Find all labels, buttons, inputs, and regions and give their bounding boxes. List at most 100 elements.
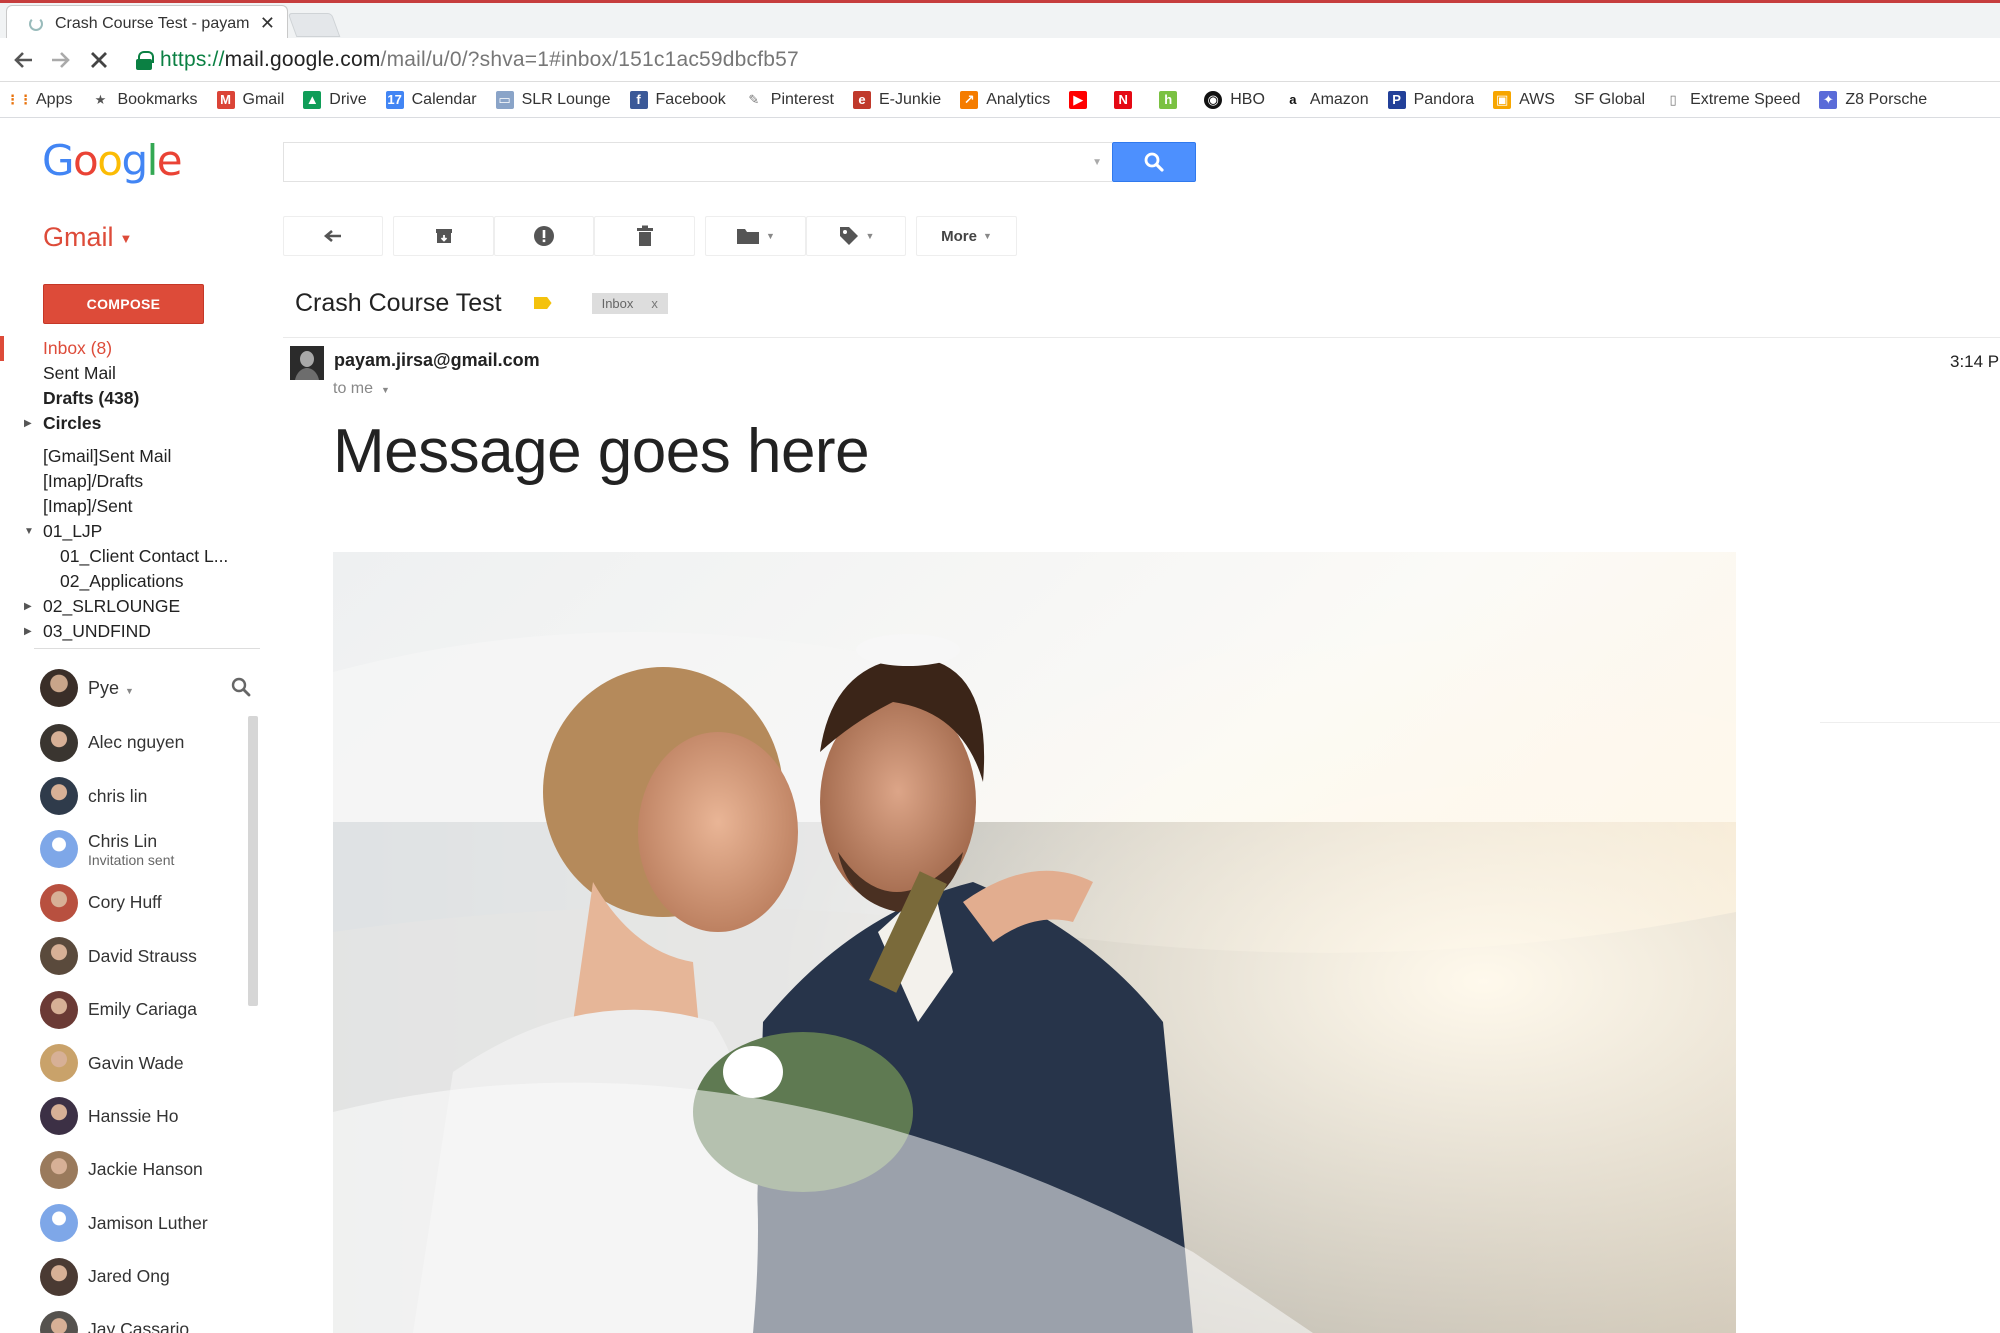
hangouts-contact[interactable]: Chris Lin Invitation sent [40, 823, 250, 876]
contacts-scrollbar[interactable] [248, 716, 258, 1006]
bookmark-apps[interactable]: ⋮⋮ Apps [6, 91, 72, 109]
back-to-inbox-button[interactable] [283, 216, 383, 256]
hangouts-me-name[interactable]: Pye ▼ [88, 678, 134, 699]
collapse-triangle-icon[interactable]: ▼ [24, 519, 34, 544]
compose-button[interactable]: COMPOSE [43, 284, 204, 324]
search-input[interactable]: ▼ [283, 142, 1112, 182]
hangouts-contact[interactable]: Emily Cariaga [40, 983, 250, 1036]
bookmark-netflix[interactable]: N [1114, 90, 1140, 109]
hangouts-contact[interactable]: Gavin Wade [40, 1036, 250, 1089]
bookmark-bookmarks[interactable]: ★ Bookmarks [91, 90, 198, 109]
move-to-button[interactable]: ▼ [705, 216, 806, 256]
more-label: More [941, 227, 977, 245]
bookmark-youtube[interactable]: ▶ [1069, 90, 1095, 109]
bookmark-label: Amazon [1309, 90, 1369, 108]
nav-03-undfind[interactable]: ▶ 03_UNDFIND [0, 619, 260, 644]
nav-gmail-sent[interactable]: [Gmail]Sent Mail [0, 444, 260, 469]
recipient-details[interactable]: to me ▼ [333, 380, 390, 398]
expand-triangle-icon[interactable]: ▶ [24, 411, 32, 436]
forward-arrow-icon[interactable] [46, 45, 76, 75]
avatar [40, 1310, 78, 1333]
report-spam-button[interactable] [494, 216, 594, 256]
hangouts-me[interactable]: Pye ▼ [40, 668, 260, 708]
bookmark-hbo[interactable]: ◉ HBO [1204, 90, 1265, 109]
bookmark-amazon[interactable]: a Amazon [1284, 90, 1369, 109]
bookmark-e-junkie[interactable]: e E-Junkie [852, 90, 941, 109]
chevron-down-icon: ▼ [865, 231, 875, 241]
bookmark-aws[interactable]: ▣ AWS [1493, 90, 1555, 109]
tab-close-icon[interactable]: ✕ [260, 13, 275, 34]
chevron-down-icon: ▼ [766, 231, 775, 241]
sender-avatar[interactable] [290, 346, 324, 380]
url-field[interactable]: https:// mail.google.com /mail/u/0/?shva… [136, 48, 799, 72]
nav-inbox[interactable]: Inbox (8) [0, 336, 260, 361]
browser-tab[interactable]: Crash Course Test - payam ✕ [6, 5, 288, 41]
expand-triangle-icon[interactable]: ▶ [24, 594, 32, 619]
important-marker-icon[interactable] [533, 297, 552, 309]
new-tab-button[interactable] [287, 13, 341, 37]
nav-sent-mail[interactable]: Sent Mail [0, 361, 260, 386]
bookmark-houzz[interactable]: h [1159, 90, 1185, 109]
nav-imap-sent[interactable]: [Imap]/Sent [0, 494, 260, 519]
search-people-icon[interactable] [230, 676, 252, 698]
nav-imap-drafts[interactable]: [Imap]/Drafts [0, 469, 260, 494]
porsche-icon: ✦ [1819, 90, 1838, 109]
bookmark-pandora[interactable]: P Pandora [1387, 90, 1474, 109]
hangouts-contact[interactable]: Hanssie Ho [40, 1090, 250, 1143]
google-logo[interactable]: Google [42, 136, 183, 185]
bookmark-calendar[interactable]: 17 Calendar [385, 90, 477, 109]
chevron-down-icon: ▼ [119, 231, 133, 247]
archive-button[interactable] [393, 216, 494, 256]
bookmark-gmail[interactable]: M Gmail [216, 90, 284, 109]
nav-undfind-label: 03_UNDFIND [43, 621, 151, 641]
inbox-label-chip[interactable]: Inbox x [591, 292, 668, 314]
contact-name-block: Jared Ong [88, 1266, 170, 1287]
bookmark-pinterest[interactable]: ✎ Pinterest [745, 91, 834, 109]
bookmark-facebook[interactable]: f Facebook [629, 90, 726, 109]
contact-name: Gavin Wade [88, 1052, 184, 1073]
gmail-app-menu[interactable]: Gmail ▼ [43, 222, 132, 253]
remove-label-icon[interactable]: x [651, 296, 658, 311]
nav-ljp-label: 01_LJP [43, 521, 103, 541]
hangouts-contact[interactable]: chris lin [40, 769, 250, 822]
bookmark-extreme-speed[interactable]: ▯ Extreme Speed [1664, 91, 1801, 109]
hangouts-contact[interactable]: David Strauss [40, 930, 250, 983]
nav-slrlounge-label: 02_SLRLOUNGE [43, 596, 181, 616]
nav-drafts[interactable]: Drafts (438) [0, 386, 260, 411]
nav-02-slrlounge[interactable]: ▶ 02_SLRLOUNGE [0, 594, 260, 619]
hangouts-contact[interactable]: Jared Ong [40, 1250, 250, 1303]
back-arrow-icon[interactable] [8, 45, 38, 75]
nav-client-contact[interactable]: 01_Client Contact L... [0, 544, 260, 569]
bookmark-z8-porsche[interactable]: ✦ Z8 Porsche [1819, 90, 1927, 109]
expand-triangle-icon[interactable]: ▶ [24, 619, 32, 644]
sender-email[interactable]: payam.jirsa@gmail.com [334, 350, 540, 380]
bookmark-label: Bookmarks [117, 90, 198, 108]
hangouts-contact[interactable]: Cory Huff [40, 876, 250, 929]
hangouts-me-label: Pye [88, 677, 120, 698]
hangouts-contact[interactable]: Jay Cassario [40, 1303, 250, 1333]
logo-letter: G [42, 136, 75, 185]
nav-01-ljp[interactable]: ▼ 01_LJP [0, 519, 260, 544]
hangouts-contact[interactable]: Alec nguyen [40, 716, 250, 769]
nav-circles[interactable]: ▶ Circles [0, 411, 260, 436]
bookmark-sf-global[interactable]: SF Global [1574, 91, 1645, 109]
drive-icon: ▲ [303, 90, 322, 109]
sender-block: payam.jirsa@gmail.com [290, 346, 540, 380]
more-button[interactable]: More ▼ [916, 216, 1017, 256]
nav-applications[interactable]: 02_Applications [0, 569, 260, 594]
bookmark-analytics[interactable]: ↗ Analytics [960, 90, 1050, 109]
bookmark-drive[interactable]: ▲ Drive [303, 90, 367, 109]
search-options-caret-icon[interactable]: ▼ [1092, 157, 1102, 168]
labels-button[interactable]: ▼ [806, 216, 906, 256]
bookmark-slr-lounge[interactable]: ▭ SLR Lounge [495, 90, 611, 109]
search-button[interactable] [1112, 142, 1196, 182]
contact-name: Alec nguyen [88, 732, 185, 753]
delete-button[interactable] [594, 216, 695, 256]
stop-loading-icon[interactable] [84, 45, 114, 75]
hangouts-contact[interactable]: Jamison Luther [40, 1197, 250, 1250]
recipient-label: to me [333, 380, 374, 397]
hangouts-contact[interactable]: Jackie Hanson [40, 1143, 250, 1196]
label-chip-text: Inbox [601, 295, 634, 311]
houzz-icon: h [1159, 90, 1178, 109]
amazon-icon: a [1289, 92, 1297, 107]
